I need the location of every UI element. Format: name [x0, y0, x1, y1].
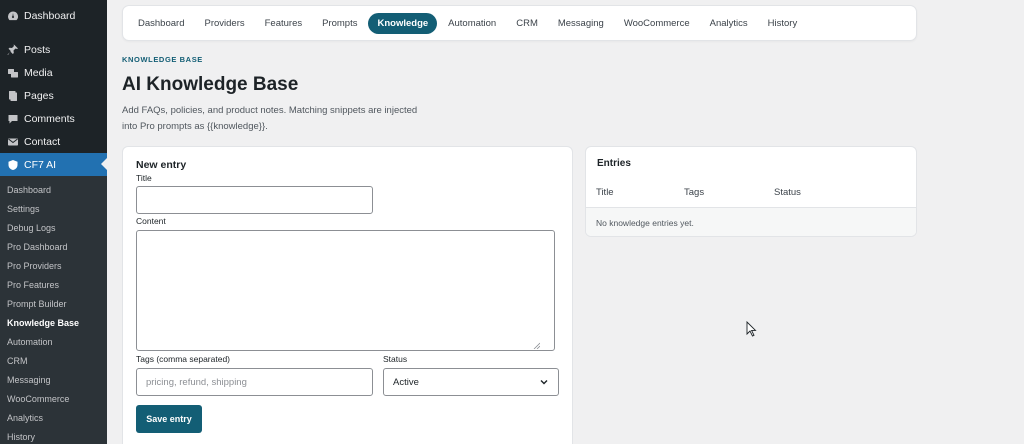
submenu-item-debug-logs[interactable]: Debug Logs	[0, 218, 107, 237]
submenu-item-pro-dashboard[interactable]: Pro Dashboard	[0, 237, 107, 256]
submenu-item-dashboard[interactable]: Dashboard	[0, 180, 107, 199]
tab-automation[interactable]: Automation	[439, 13, 505, 34]
sidebar-item-media[interactable]: Media	[0, 61, 107, 84]
shield-icon	[7, 159, 19, 171]
sidebar-item-cf7-ai[interactable]: CF7 AI	[0, 153, 107, 176]
submenu-item-woocommerce[interactable]: WooCommerce	[0, 389, 107, 408]
cf7ai-submenu: Dashboard Settings Debug Logs Pro Dashboard…	[0, 176, 107, 444]
sidebar-item-pages[interactable]: Pages	[0, 84, 107, 107]
submenu-item-history[interactable]: History	[0, 427, 107, 444]
entries-empty-row: No knowledge entries yet.	[586, 207, 916, 236]
sidebar-item-dashboard[interactable]: Dashboard	[0, 4, 107, 27]
sidebar-item-label: Posts	[24, 43, 51, 56]
comment-icon	[7, 113, 19, 125]
new-entry-card: New entry Title Content Tags (comma sepa…	[122, 146, 573, 444]
tab-providers[interactable]: Providers	[195, 13, 253, 34]
entries-card: Entries Title Tags Status No knowledge e…	[585, 146, 917, 237]
tab-knowledge[interactable]: Knowledge	[368, 12, 438, 34]
tab-crm[interactable]: CRM	[507, 13, 547, 34]
media-icon	[7, 67, 19, 79]
tab-analytics[interactable]: Analytics	[701, 13, 757, 34]
content-textarea[interactable]	[136, 230, 555, 351]
new-entry-heading: New entry	[136, 159, 187, 171]
page-title: AI Knowledge Base	[122, 74, 299, 95]
status-selected-value: Active	[393, 376, 419, 388]
sidebar-item-posts[interactable]: Posts	[0, 38, 107, 61]
sidebar-item-label: CF7 AI	[24, 158, 57, 171]
submenu-item-knowledge-base[interactable]: Knowledge Base	[0, 313, 107, 332]
empty-state-text: No knowledge entries yet.	[596, 218, 694, 228]
tags-label: Tags (comma separated)	[136, 354, 231, 364]
mail-icon	[7, 136, 19, 148]
tab-messaging[interactable]: Messaging	[549, 13, 613, 34]
tab-features[interactable]: Features	[256, 13, 312, 34]
sidebar-item-label: Media	[24, 66, 53, 79]
pages-icon	[7, 90, 19, 102]
tab-history[interactable]: History	[759, 13, 807, 34]
submenu-item-crm[interactable]: CRM	[0, 351, 107, 370]
submenu-item-analytics[interactable]: Analytics	[0, 408, 107, 427]
submenu-item-messaging[interactable]: Messaging	[0, 370, 107, 389]
tags-input[interactable]	[136, 368, 373, 396]
column-header-tags: Tags	[684, 187, 705, 198]
title-label: Title	[136, 173, 152, 183]
sidebar-item-label: Pages	[24, 89, 54, 102]
column-header-title: Title	[596, 187, 614, 198]
entries-heading: Entries	[597, 158, 631, 169]
mouse-cursor-icon	[746, 321, 757, 337]
submenu-item-pro-features[interactable]: Pro Features	[0, 275, 107, 294]
page-eyebrow: KNOWLEDGE BASE	[122, 55, 203, 64]
resize-grip-icon[interactable]	[533, 342, 540, 349]
submenu-item-settings[interactable]: Settings	[0, 199, 107, 218]
sidebar-item-label: Dashboard	[24, 9, 76, 22]
status-label: Status	[383, 354, 408, 364]
sidebar-item-label: Comments	[24, 112, 75, 125]
submenu-item-pro-providers[interactable]: Pro Providers	[0, 256, 107, 275]
admin-sidebar: Dashboard Posts Media Pages Comments Contact C…	[0, 0, 107, 444]
page-description: Add FAQs, policies, and product notes. M…	[122, 105, 418, 132]
tab-prompts[interactable]: Prompts	[313, 13, 366, 34]
tab-dashboard[interactable]: Dashboard	[129, 13, 193, 34]
status-select[interactable]: Active	[383, 368, 559, 396]
pin-icon	[7, 44, 19, 56]
chevron-down-icon	[540, 380, 548, 385]
column-header-status: Status	[774, 187, 801, 198]
tab-bar: Dashboard Providers Features Prompts Knowled…	[122, 5, 917, 41]
submenu-item-prompt-builder[interactable]: Prompt Builder	[0, 294, 107, 313]
tab-woocommerce[interactable]: WooCommerce	[615, 13, 699, 34]
sidebar-item-label: Contact	[24, 135, 61, 148]
submenu-item-automation[interactable]: Automation	[0, 332, 107, 351]
save-entry-button[interactable]: Save entry	[136, 405, 202, 433]
title-input[interactable]	[136, 186, 373, 214]
sidebar-item-contact[interactable]: Contact	[0, 130, 107, 153]
dashboard-icon	[7, 10, 19, 22]
content-label: Content	[136, 216, 166, 226]
sidebar-item-comments[interactable]: Comments	[0, 107, 107, 130]
